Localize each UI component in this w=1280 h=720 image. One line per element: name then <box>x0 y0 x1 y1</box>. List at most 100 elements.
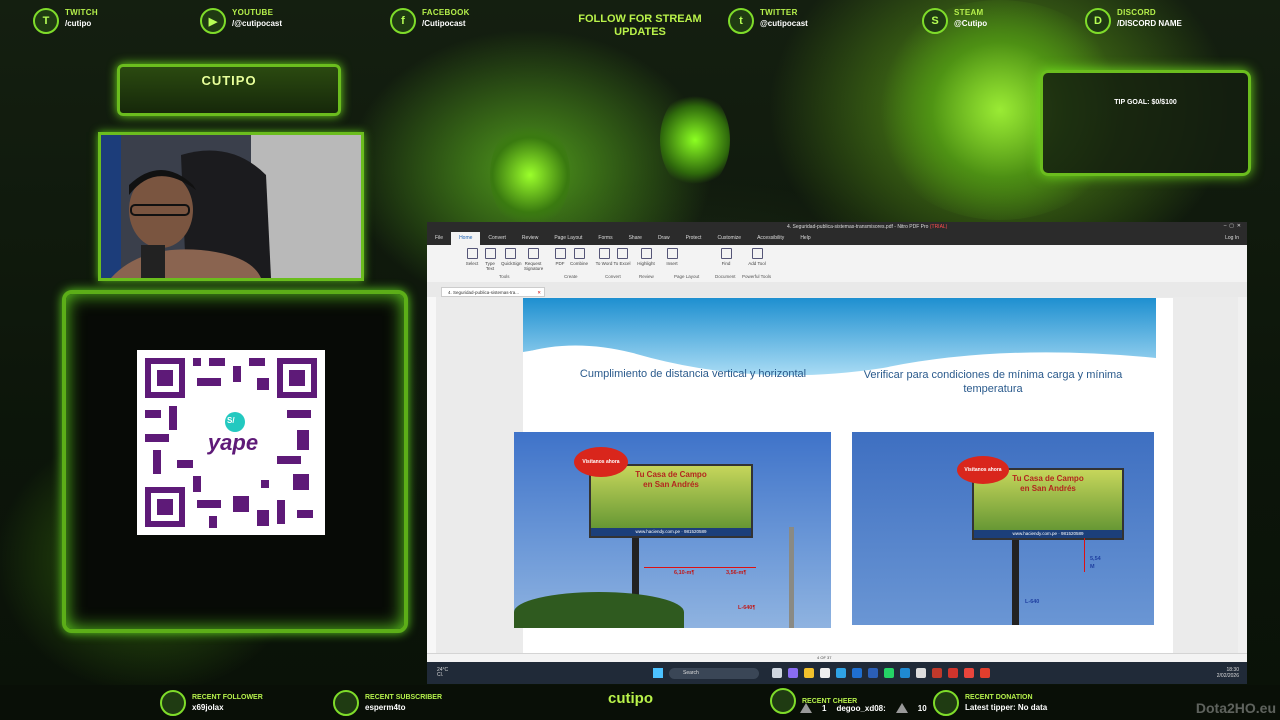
subscriber-icon <box>333 690 359 716</box>
select-tool-button[interactable]: Select <box>463 248 481 266</box>
vertical-scrollbar[interactable] <box>1238 297 1247 659</box>
social-facebook[interactable]: f FACEBOOK/Cutipocast <box>390 8 470 34</box>
ribbon-group-tools: Tools <box>499 274 510 279</box>
taskbar-clock[interactable]: 18:30 2/02/2026 <box>1217 667 1239 679</box>
social-handle: @Cutipo <box>954 19 988 28</box>
billboard-photo-left: Tu Casa de Campo en San Andrés www.hacie… <box>514 432 831 628</box>
measure-unit: M <box>1090 564 1095 570</box>
copilot-icon[interactable] <box>788 668 798 678</box>
document-tab[interactable]: 4. Seguridad-publica-sistemas-tra... ✕ <box>441 287 545 297</box>
login-link[interactable]: Log In <box>1225 235 1239 241</box>
word-app-icon[interactable] <box>868 668 878 678</box>
add-tool-button[interactable]: Add Tool <box>748 248 766 266</box>
recent-subscriber: RECENT SUBSCRIBER esperm4to <box>333 690 442 716</box>
billboard-url: www.haciendy.com.pe <box>635 529 680 534</box>
social-handle: /DISCORD NAME <box>1117 19 1182 28</box>
edge-icon[interactable] <box>836 668 846 678</box>
highlight-button[interactable]: Highlight <box>637 248 655 266</box>
slide-left-title: Cumplimiento de distancia vertical y hor… <box>579 368 807 380</box>
recent-donation: RECENT DONATION Latest tipper: No data <box>933 690 1047 716</box>
menu-customize[interactable]: Customize <box>709 232 749 245</box>
menu-share[interactable]: Share <box>621 232 650 245</box>
menu-bar: File Home Convert Review Page Layout For… <box>427 232 1247 245</box>
billboard-pole <box>1012 537 1019 625</box>
ribbon-label: Find <box>721 261 731 266</box>
menu-page-layout[interactable]: Page Layout <box>546 232 590 245</box>
recent-follower: RECENT FOLLOWER x69jolax <box>160 690 263 716</box>
menu-convert[interactable]: Convert <box>480 232 514 245</box>
menu-review[interactable]: Review <box>514 232 546 245</box>
line-label-right: L-640 <box>1025 599 1040 605</box>
page-indicator[interactable]: 4 OF 37 <box>817 655 831 660</box>
to-word-button[interactable]: To Word <box>595 248 613 266</box>
billboard-title-2: en San Andrés <box>1020 484 1076 493</box>
measure-3-56: 3,56-m¶ <box>726 570 747 576</box>
file-explorer-icon[interactable] <box>804 668 814 678</box>
to-excel-button[interactable]: To Excel <box>613 248 631 266</box>
store-icon[interactable] <box>820 668 830 678</box>
menu-protect[interactable]: Protect <box>678 232 710 245</box>
find-button[interactable]: Find <box>717 248 735 266</box>
document-canvas[interactable]: Cumplimiento de distancia vertical y hor… <box>436 297 1238 659</box>
request-signature-button[interactable]: Request Signature <box>524 248 543 271</box>
menu-forms[interactable]: Forms <box>590 232 620 245</box>
ribbon: Select Type Text QuickSign Request Signa… <box>427 245 1247 283</box>
billboard-url: www.haciendy.com.pe <box>1012 531 1057 536</box>
ribbon-label: Type Text <box>485 261 495 271</box>
vscode-icon[interactable] <box>900 668 910 678</box>
social-handle: /@cutipocast <box>232 19 283 28</box>
social-discord[interactable]: D DISCORD/DISCORD NAME <box>1085 8 1182 34</box>
menu-help[interactable]: Help <box>792 232 818 245</box>
billboard-footer: www.haciendy.com.pe · 981520589 <box>974 530 1122 538</box>
social-handle: @cutipocast <box>760 19 808 28</box>
watermark: Dota2HO.eu <box>1195 700 1276 716</box>
taskbar-search[interactable]: Search <box>669 668 759 679</box>
menu-file[interactable]: File <box>427 232 451 245</box>
social-youtube[interactable]: ▶ YOUTUBE /@cutipocast <box>200 8 282 34</box>
whatsapp-icon[interactable] <box>884 668 894 678</box>
ribbon-label: To Word <box>595 261 613 266</box>
highlighter-icon <box>640 248 652 259</box>
follow-banner: FOLLOW FOR STREAM UPDATES <box>578 13 702 38</box>
mail-icon[interactable] <box>852 668 862 678</box>
social-twitter[interactable]: t TWITTER @cutipocast <box>728 8 808 34</box>
yape-qr-code[interactable]: S/ yape <box>137 350 325 535</box>
nitro-pdf-icon[interactable] <box>980 668 990 678</box>
billboard-badge: Visítanos ahora <box>574 447 628 477</box>
pdf-icon <box>554 248 566 259</box>
app-icon[interactable] <box>932 668 942 678</box>
document-tab-label: 4. Seguridad-publica-sistemas-tra... <box>448 290 520 295</box>
word-icon <box>598 248 610 259</box>
measure-6-10: 6,10-m¶ <box>674 570 695 576</box>
webcam-feed <box>98 132 364 281</box>
app-icon-2[interactable] <box>948 668 958 678</box>
combine-button[interactable]: Combine <box>570 248 588 266</box>
social-twitch[interactable]: T TWITCH/cutipo <box>33 8 98 34</box>
menu-home[interactable]: Home <box>451 232 481 245</box>
social-label: DISCORD <box>1117 8 1156 17</box>
chrome-icon[interactable] <box>964 668 974 678</box>
social-label: FACEBOOK <box>422 8 470 17</box>
create-pdf-button[interactable]: PDF <box>551 248 569 266</box>
ribbon-group-create: Create <box>564 274 578 279</box>
type-text-button[interactable]: Type Text <box>481 248 499 271</box>
recent-donation-label: RECENT DONATION <box>965 694 1033 701</box>
start-icon[interactable] <box>653 668 663 678</box>
menu-accessibility[interactable]: Accessibility <box>749 232 792 245</box>
window-controls[interactable]: – ▢ ✕ <box>1224 223 1241 229</box>
menu-draw[interactable]: Draw <box>650 232 678 245</box>
status-bar: 4 OF 37 <box>427 653 1247 662</box>
insert-button[interactable]: Insert <box>663 248 681 266</box>
ribbon-label: Add Tool <box>748 261 766 266</box>
utility-pole <box>789 527 794 628</box>
quicksign-button[interactable]: QuickSign <box>501 248 522 266</box>
cheer-amount-2: 10 <box>917 703 927 713</box>
billboard-phone: 981520589 <box>1060 531 1084 536</box>
webcam-scene <box>101 135 361 278</box>
social-label: STEAM <box>954 8 984 17</box>
task-view-icon[interactable] <box>772 668 782 678</box>
recent-subscriber-label: RECENT SUBSCRIBER <box>365 694 443 701</box>
obs-icon[interactable] <box>916 668 926 678</box>
social-steam[interactable]: S STEAM @Cutipo <box>922 8 987 34</box>
weather-widget[interactable]: 24°C Cl. <box>437 668 448 678</box>
